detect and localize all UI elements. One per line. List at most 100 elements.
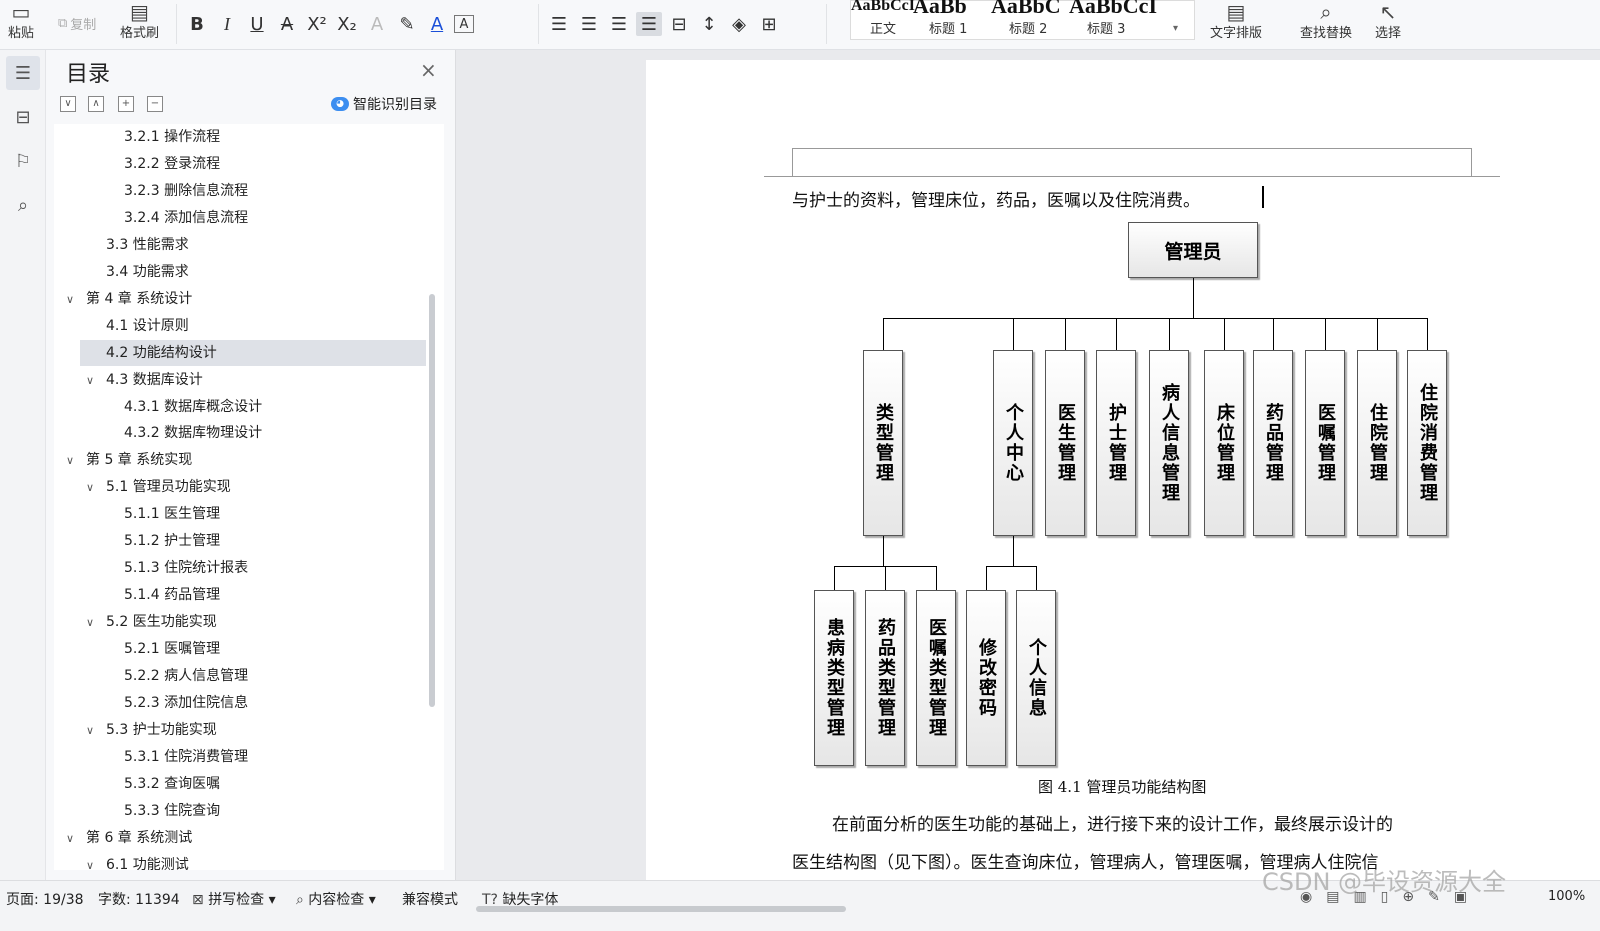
style-preview[interactable]: AaBbCcI — [1069, 0, 1157, 19]
toc-list: 3.2.1 操作流程 3.2.2 登录流程 3.2.3 删除信息流程 3.2.4 添加… — [54, 124, 444, 870]
outline-icon[interactable]: ⊟ — [6, 100, 40, 134]
smart-toc-button[interactable]: ◕ 智能识别目录 — [331, 94, 437, 114]
toc-item[interactable]: 5.1.1 医生管理 — [54, 501, 424, 527]
toc-item[interactable]: ∨ 5.3 护士功能实现 — [54, 717, 424, 743]
toc-item[interactable]: 5.3.2 查询医嘱 — [54, 771, 424, 797]
clipboard-icon: ▭ — [11, 0, 31, 24]
bookmark-icon[interactable]: ⚐ — [6, 144, 40, 178]
connector — [1169, 318, 1170, 350]
content-check-button[interactable]: ⌕ 内容检查 ▾ — [296, 889, 376, 909]
underline-icon[interactable]: U — [244, 12, 270, 36]
toc-item[interactable]: 5.3.3 住院查询 — [54, 798, 424, 824]
search-icon[interactable]: ⌕ — [6, 188, 40, 222]
toc-item[interactable]: ∨ 第 5 章 系统实现 — [54, 447, 424, 473]
close-icon[interactable]: × — [420, 58, 437, 82]
toc-item[interactable]: 3.2.2 登录流程 — [54, 151, 424, 177]
body-text-line[interactable]: 在前面分析的医生功能的基础上，进行接下来的设计工作，最终展示设计的 — [832, 810, 1393, 835]
borders-icon[interactable]: ⊞ — [756, 12, 782, 36]
font-color-icon[interactable]: A — [424, 12, 450, 36]
align-center-icon[interactable]: ☰ — [576, 12, 602, 36]
toc-scrollbar[interactable] — [429, 294, 435, 707]
toc-item[interactable]: 3.4 功能需求 — [54, 259, 424, 285]
expand-down-icon[interactable]: ∨ — [60, 96, 76, 112]
text-caret — [1262, 186, 1264, 208]
chart-node: 医嘱管理 — [1305, 350, 1345, 536]
toc-item[interactable]: 4.2 功能结构设计 — [80, 339, 426, 366]
toc-item[interactable]: 5.3.1 住院消费管理 — [54, 744, 424, 770]
toc-item[interactable]: 4.1 设计原则 — [54, 313, 424, 339]
chevron-down-icon[interactable]: ∨ — [86, 718, 102, 744]
word-count[interactable]: 字数: 11394 — [98, 889, 180, 909]
style-heading-1[interactable]: 标题 1 — [929, 18, 967, 37]
style-heading-3[interactable]: 标题 3 — [1087, 18, 1125, 37]
style-preview[interactable]: AaBbC — [991, 0, 1061, 19]
chevron-down-icon[interactable]: ∨ — [86, 475, 102, 501]
toc-item[interactable]: ∨ 第 6 章 系统测试 — [54, 825, 424, 851]
justify-icon[interactable]: ☰ — [636, 12, 662, 36]
format-painter-button[interactable]: ▤ 格式刷 — [120, 2, 159, 41]
highlight-icon[interactable]: ✎ — [394, 12, 420, 36]
spell-check-button[interactable]: ⊠ 拼写检查 ▾ — [192, 889, 276, 909]
toc-item[interactable]: ∨ 6.1 功能测试 — [54, 852, 424, 870]
toc-item[interactable]: 3.3 性能需求 — [54, 232, 424, 258]
distribute-icon[interactable]: ⊟ — [666, 12, 692, 36]
select-button[interactable]: ↖ 选择 — [1375, 2, 1401, 41]
subscript-icon[interactable]: X₂ — [334, 12, 360, 36]
align-right-icon[interactable]: ☰ — [606, 12, 632, 36]
chart-node: 护士管理 — [1096, 350, 1136, 536]
toc-item[interactable]: 5.2.2 病人信息管理 — [54, 663, 424, 689]
toc-item[interactable]: 3.2.4 添加信息流程 — [54, 205, 424, 231]
toc-item[interactable]: 5.2.1 医嘱管理 — [54, 636, 424, 662]
strikethrough-icon[interactable]: A — [274, 12, 300, 36]
page-indicator[interactable]: 页面: 19/38 — [6, 889, 84, 909]
connector — [1427, 318, 1428, 350]
watermark: CSDN @毕设资源大全 — [1262, 868, 1507, 896]
toc-item[interactable]: 4.3.1 数据库概念设计 — [54, 394, 424, 420]
style-more-icon[interactable]: ▾ — [1173, 23, 1178, 34]
toc-item[interactable]: ∨ 5.2 医生功能实现 — [54, 609, 424, 635]
toc-item[interactable]: 4.3.2 数据库物理设计 — [54, 420, 424, 446]
chevron-down-icon[interactable]: ∨ — [86, 853, 102, 870]
toc-item-label: 3.2.3 删除信息流程 — [124, 182, 249, 199]
paste-button[interactable]: ▭ 粘贴 — [8, 2, 34, 41]
chevron-down-icon[interactable]: ∨ — [66, 448, 82, 474]
collapse-all-icon[interactable]: − — [147, 96, 163, 112]
toc-item-label: 4.3.1 数据库概念设计 — [124, 398, 263, 415]
toc-item[interactable]: 3.2.3 删除信息流程 — [54, 178, 424, 204]
collapse-up-icon[interactable]: ∧ — [88, 96, 104, 112]
char-border-icon[interactable]: A — [454, 15, 474, 33]
expand-all-icon[interactable]: + — [118, 96, 134, 112]
horizontal-scrollbar[interactable] — [476, 906, 846, 912]
toc-item-label: 5.1.3 住院统计报表 — [124, 560, 249, 577]
toc-item[interactable]: ∨ 第 4 章 系统设计 — [54, 286, 424, 312]
body-text-line[interactable]: 与护士的资料，管理床位，药品，医嘱以及住院消费。 — [792, 186, 1200, 211]
style-preview[interactable]: AaBbCcI — [851, 0, 915, 15]
toc-item[interactable]: ∨ 5.1 管理员功能实现 — [54, 474, 424, 500]
chevron-down-icon[interactable]: ∨ — [66, 287, 82, 313]
superscript-icon[interactable]: X² — [304, 12, 330, 36]
style-normal[interactable]: 正文 — [857, 18, 909, 37]
toc-item[interactable]: 5.1.3 住院统计报表 — [54, 555, 424, 581]
chevron-down-icon[interactable]: ∨ — [66, 826, 82, 852]
style-preview[interactable]: AaBb — [913, 0, 967, 19]
toc-icon[interactable]: ☰ — [6, 56, 40, 90]
copy-button[interactable]: ⧉ 复制 — [58, 14, 96, 33]
toc-item[interactable]: ∨ 4.3 数据库设计 — [54, 367, 424, 393]
italic-icon[interactable]: I — [214, 12, 240, 36]
toc-item[interactable]: 5.1.4 药品管理 — [54, 582, 424, 608]
text-effect-icon[interactable]: A — [364, 12, 390, 36]
toc-item-label: 5.2 医生功能实现 — [106, 614, 217, 631]
toc-item[interactable]: 3.2.1 操作流程 — [54, 124, 424, 150]
find-replace-button[interactable]: ⌕ 查找替换 — [1300, 2, 1352, 41]
toc-item[interactable]: 5.2.3 添加住院信息 — [54, 690, 424, 716]
chevron-down-icon[interactable]: ∨ — [86, 368, 102, 394]
shading-icon[interactable]: ◈ — [726, 12, 752, 36]
toc-item[interactable]: 5.1.2 护士管理 — [54, 528, 424, 554]
align-left-icon[interactable]: ☰ — [546, 12, 572, 36]
chevron-down-icon[interactable]: ∨ — [86, 610, 102, 636]
bold-icon[interactable]: B — [184, 12, 210, 36]
zoom-level[interactable]: 100% — [1548, 889, 1585, 904]
style-heading-2[interactable]: 标题 2 — [1009, 18, 1047, 37]
text-layout-button[interactable]: ▤ 文字排版 — [1210, 2, 1262, 41]
line-spacing-icon[interactable]: ↕ — [696, 12, 722, 36]
